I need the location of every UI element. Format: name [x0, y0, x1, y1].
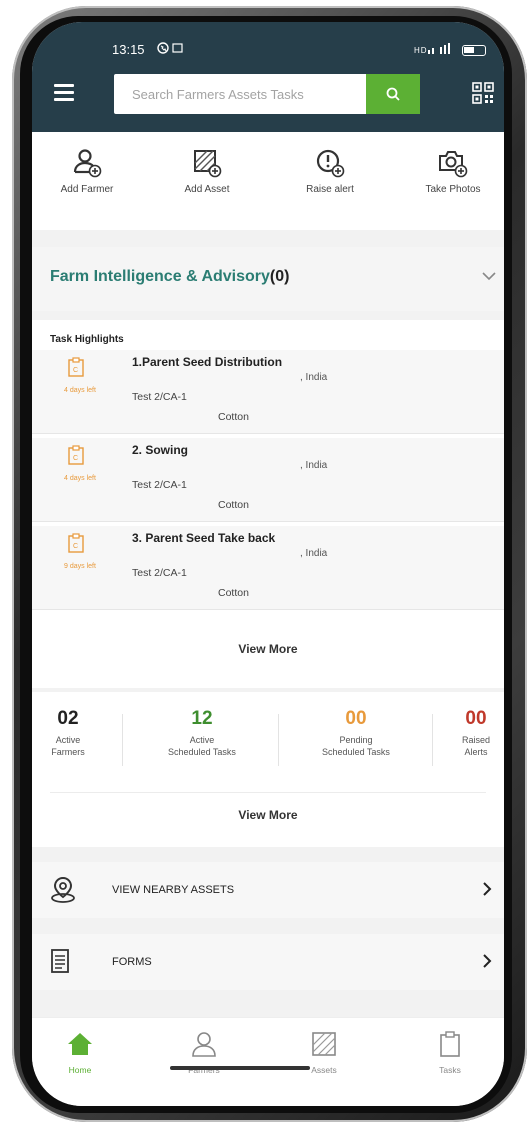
task-crop: Cotton: [218, 411, 249, 423]
home-indicator[interactable]: [170, 1066, 310, 1070]
whatsapp-icon: [157, 41, 185, 58]
divider: [122, 714, 123, 766]
task-highlights: Task Highlights C 4 days left 1.Parent S…: [32, 320, 504, 688]
stat-label-line1: Raised: [461, 735, 490, 745]
map-pin-icon: [51, 876, 75, 903]
form-icon: [51, 949, 69, 973]
stat-raised-alerts[interactable]: 00 Raised Alerts: [456, 708, 496, 758]
clipboard-icon: C: [68, 533, 84, 553]
menu-icon[interactable]: [54, 84, 74, 101]
bottom-navigation: Home Farmers Assets Tasks: [32, 1017, 504, 1106]
task-location: , India: [300, 372, 328, 383]
chevron-down-icon: [482, 272, 496, 281]
add-farmer-label: Add Farmer: [60, 184, 114, 195]
status-bar: 13:15 HD: [32, 42, 504, 62]
stats-view-more-button[interactable]: View More: [32, 808, 504, 822]
stats-section: 02 Active Farmers 12 Active Scheduled Ta…: [32, 692, 504, 847]
stat-value: 02: [57, 708, 79, 729]
stat-value: 12: [191, 708, 213, 729]
add-asset-label: Add Asset: [184, 184, 230, 195]
stat-active-farmers[interactable]: 02 Active Farmers: [42, 708, 94, 758]
task-code: Test 2/CA-1: [132, 567, 187, 579]
stat-label-line1: Pending: [339, 735, 373, 745]
take-photos-button[interactable]: Take Photos: [408, 148, 498, 195]
stat-label-line1: Active: [55, 735, 81, 745]
view-nearby-assets-link[interactable]: VIEW NEARBY ASSETS: [32, 862, 504, 918]
raise-alert-label: Raise alert: [306, 184, 354, 195]
divider: [278, 714, 279, 766]
advisory-title: Farm Intelligence & Advisory(0): [50, 268, 289, 286]
task-name: 1.Parent Seed Distribution: [132, 355, 283, 369]
svg-text:C: C: [73, 367, 78, 374]
svg-text:C: C: [73, 543, 78, 550]
quick-actions: Add Farmer Add Asset Raise alert Take Ph…: [32, 132, 504, 230]
stat-active-scheduled-tasks[interactable]: 12 Active Scheduled Tasks: [150, 708, 254, 758]
divider: [50, 792, 486, 793]
stat-pending-scheduled-tasks[interactable]: 00 Pending Scheduled Tasks: [304, 708, 408, 758]
task-code: Test 2/CA-1: [132, 479, 187, 491]
task-item[interactable]: C 4 days left 2. Sowing , India Test 2/C…: [32, 438, 504, 522]
stat-label-line2: Farmers: [51, 747, 85, 757]
days-left: 9 days left: [64, 563, 96, 570]
qr-scan-icon[interactable]: [472, 82, 494, 104]
assets-icon: [312, 1032, 336, 1056]
task-name: 3. Parent Seed Take back: [132, 531, 276, 545]
farmers-icon: [192, 1032, 216, 1057]
take-photos-label: Take Photos: [425, 184, 481, 195]
nav-tasks-label: Tasks: [439, 1065, 461, 1075]
svg-text:HD: HD: [414, 46, 428, 55]
chevron-right-icon: [483, 954, 492, 968]
task-item[interactable]: C 9 days left 3. Parent Seed Take back ,…: [32, 526, 504, 610]
status-time: 13:15: [112, 42, 145, 57]
add-farmer-button[interactable]: Add Farmer: [42, 148, 132, 195]
home-icon: [68, 1033, 92, 1055]
raise-alert-icon: [316, 149, 345, 178]
search-icon: [386, 87, 400, 101]
task-highlights-header: Task Highlights: [50, 334, 124, 345]
stat-label-line1: Active: [189, 735, 215, 745]
nav-home[interactable]: Home: [40, 1030, 120, 1075]
forms-label: FORMS: [112, 956, 152, 968]
take-photos-icon: [439, 151, 468, 178]
add-asset-icon: [194, 150, 222, 178]
app-header: 13:15 HD: [32, 22, 504, 132]
nav-home-label: Home: [68, 1065, 92, 1075]
clipboard-icon: C: [68, 445, 84, 465]
svg-text:C: C: [73, 455, 78, 462]
search-button[interactable]: [366, 74, 420, 114]
advisory-count: (0): [269, 268, 290, 285]
search-input[interactable]: [114, 74, 354, 114]
chevron-right-icon: [483, 882, 492, 896]
stat-label-line2: Scheduled Tasks: [168, 747, 236, 757]
stat-label-line2: Scheduled Tasks: [322, 747, 390, 757]
task-code: Test 2/CA-1: [132, 391, 187, 403]
days-left: 4 days left: [64, 387, 96, 394]
nav-tasks[interactable]: Tasks: [410, 1030, 490, 1075]
battery-icon: [462, 45, 486, 56]
stat-value: 00: [465, 708, 487, 729]
stat-value: 00: [345, 708, 367, 729]
advisory-title-text: Farm Intelligence & Advisory: [50, 268, 270, 285]
task-item[interactable]: C 4 days left 1.Parent Seed Distribution…: [32, 350, 504, 434]
days-left: 4 days left: [64, 475, 96, 482]
advisory-section[interactable]: Farm Intelligence & Advisory(0): [32, 247, 504, 311]
raise-alert-button[interactable]: Raise alert: [285, 148, 375, 195]
add-farmer-icon: [73, 149, 102, 178]
view-nearby-assets-label: VIEW NEARBY ASSETS: [112, 884, 235, 896]
signal-icon: HD: [414, 42, 454, 58]
tasks-view-more-button[interactable]: View More: [32, 642, 504, 656]
task-location: , India: [300, 548, 328, 559]
stat-label-line2: Alerts: [464, 747, 488, 757]
task-crop: Cotton: [218, 499, 249, 511]
add-asset-button[interactable]: Add Asset: [162, 148, 252, 195]
search-box: [114, 74, 420, 114]
task-location: , India: [300, 460, 328, 471]
forms-link[interactable]: FORMS: [32, 934, 504, 990]
app-screen: 13:15 HD Add Farmer: [32, 22, 504, 1106]
tasks-icon: [440, 1031, 460, 1057]
task-name: 2. Sowing: [132, 443, 189, 457]
divider: [432, 714, 433, 766]
task-crop: Cotton: [218, 587, 249, 599]
clipboard-icon: C: [68, 357, 84, 377]
